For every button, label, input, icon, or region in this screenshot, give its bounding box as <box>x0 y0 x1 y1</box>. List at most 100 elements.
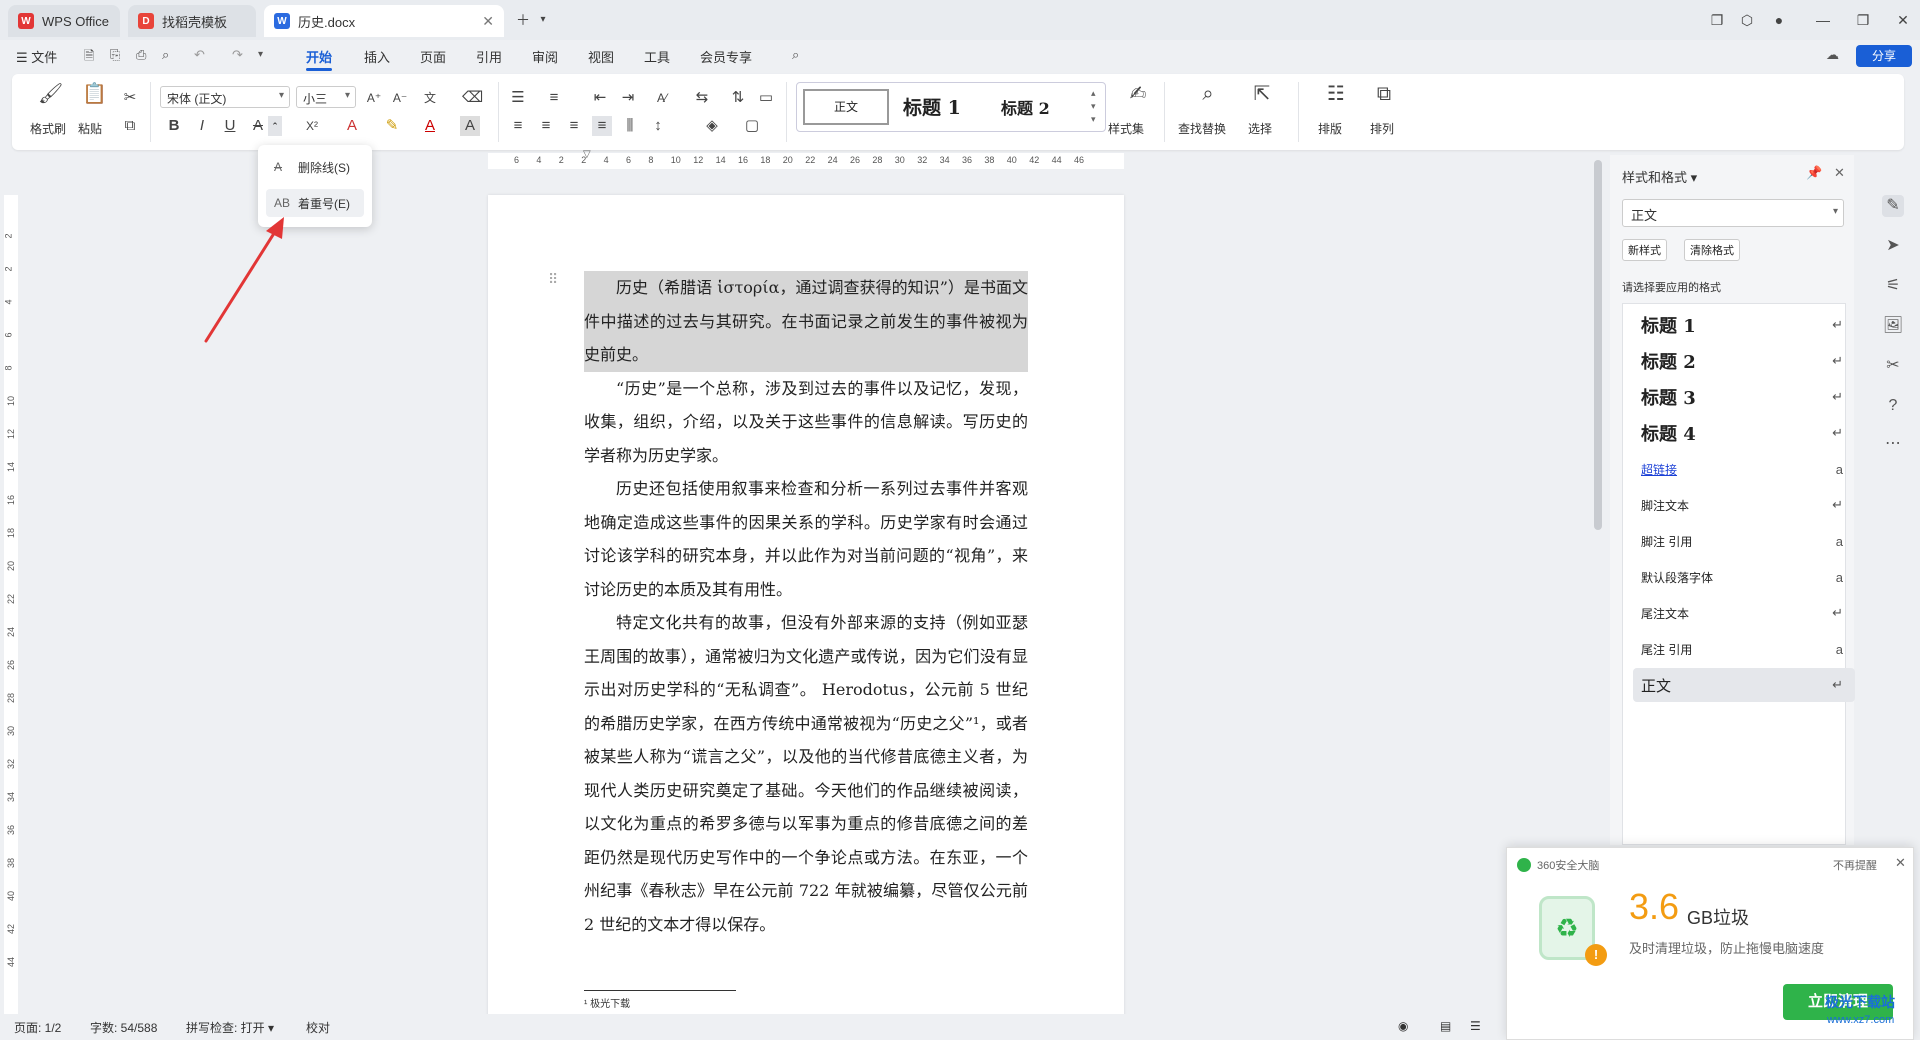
footnote-text[interactable]: ¹ 极光下载 <box>584 995 630 1010</box>
style-set-label[interactable]: 样式集 <box>1108 120 1144 137</box>
paragraph-4[interactable]: 特定文化共有的故事，但没有外部来源的支持（例如亚瑟王周围的故事），通常被归为文化… <box>584 606 1028 941</box>
redo-icon[interactable]: ↷ <box>232 47 243 63</box>
justify-icon[interactable]: ≡ <box>592 116 612 136</box>
tab-insert[interactable]: 插入 <box>364 47 390 66</box>
style-set-icon[interactable]: ✍ <box>1128 84 1148 104</box>
share-button[interactable]: 分享 <box>1856 45 1912 67</box>
layout-label[interactable]: 排版 <box>1318 120 1342 137</box>
char-shading-icon[interactable]: A <box>460 116 480 136</box>
cloud-icon[interactable]: ☁ <box>1826 47 1839 63</box>
page-indicator[interactable]: 页面: 1/2 <box>14 1019 61 1036</box>
restore-icon[interactable]: ❐ <box>1852 10 1874 30</box>
format-painter-label[interactable]: 格式刷 <box>30 120 66 137</box>
align-right-icon[interactable]: ≡ <box>564 116 584 136</box>
tab-references[interactable]: 引用 <box>476 47 502 66</box>
more-chevron-icon[interactable]: ▾ <box>258 49 263 60</box>
outline-view-icon[interactable]: ☰ <box>1470 1019 1481 1033</box>
panel-title[interactable]: 样式和格式 ▾ <box>1622 167 1697 186</box>
style-item[interactable]: 默认段落字体 a <box>1633 560 1855 594</box>
style-item[interactable]: 正文 ↵ <box>1633 668 1855 702</box>
current-style-select[interactable]: 正文 ▾ <box>1622 199 1844 227</box>
print-preview-icon[interactable]: ⌕ <box>162 47 169 63</box>
arrange-label[interactable]: 排列 <box>1370 120 1394 137</box>
window-layout-icon[interactable]: ❐ <box>1706 10 1728 30</box>
proofread[interactable]: 校对 <box>306 1019 330 1036</box>
copy-icon[interactable]: ⧉ <box>120 116 140 136</box>
search-icon[interactable]: ⌕ <box>792 47 799 63</box>
help-icon[interactable]: ? <box>1882 395 1904 417</box>
tab-member[interactable]: 会员专享 <box>700 47 752 66</box>
superscript-icon[interactable]: X² <box>302 116 322 136</box>
close-window-icon[interactable]: ✕ <box>1892 10 1914 30</box>
show-marks-icon[interactable]: ▭ <box>756 88 776 108</box>
text-direction-icon[interactable]: A⁄ <box>652 88 672 108</box>
save-icon[interactable]: 🗎 <box>84 47 94 69</box>
grow-font-icon[interactable]: A⁺ <box>364 88 384 108</box>
underline-icon[interactable]: U <box>220 116 240 136</box>
font-size-select[interactable]: 小三 ▾ <box>296 86 356 108</box>
properties-icon[interactable]: ⚟ <box>1882 275 1904 297</box>
tab-wps-office[interactable]: W WPS Office <box>8 5 120 37</box>
clear-format-button[interactable]: 清除格式 <box>1684 239 1740 261</box>
cut-icon[interactable]: ✂ <box>120 88 140 108</box>
line-spacing-icon[interactable]: ↕ <box>648 116 668 136</box>
find-replace-icon[interactable]: ⌕ <box>1198 84 1218 104</box>
select-cursor-icon[interactable]: ➤ <box>1882 235 1904 257</box>
style-item[interactable]: 超链接 a <box>1633 452 1855 486</box>
indent-marker-icon[interactable]: ▽ <box>583 149 591 160</box>
highlight-icon[interactable]: ✎ <box>382 116 402 136</box>
image-edit-icon[interactable]: 🖼 <box>1882 315 1904 337</box>
minimize-icon[interactable]: — <box>1812 10 1834 30</box>
paste-label[interactable]: 粘贴 <box>78 120 102 137</box>
new-tab-icon[interactable]: ＋ <box>512 10 534 30</box>
chevron-down-icon[interactable]: ▾ <box>532 10 554 30</box>
decrease-indent-icon[interactable]: ⇤ <box>590 88 610 108</box>
align-left-icon[interactable]: ≡ <box>508 116 528 136</box>
italic-icon[interactable]: I <box>192 116 212 136</box>
paste-icon[interactable]: 📋 <box>82 84 107 104</box>
select-icon[interactable]: ⇱ <box>1252 84 1272 104</box>
shrink-font-icon[interactable]: A⁻ <box>390 88 410 108</box>
sort-swap-icon[interactable]: ⇆ <box>692 88 712 108</box>
horizontal-ruler[interactable]: 6 4 2 2 4 6 8 10 12 14 16 18 20 22 24 26 28 30 32 34 36 38 40 4… <box>488 149 1124 169</box>
borders-icon[interactable]: ▢ <box>742 116 762 136</box>
word-count[interactable]: 字数: 54/588 <box>90 1019 157 1036</box>
cube-icon[interactable]: ⬡ <box>1736 10 1758 30</box>
numbered-list-icon[interactable]: ≡ <box>544 88 564 108</box>
tab-home[interactable]: 开始 <box>306 47 332 66</box>
distributed-icon[interactable]: ⫼ <box>620 116 640 136</box>
tab-tools[interactable]: 工具 <box>644 47 670 66</box>
select-label[interactable]: 选择 <box>1248 120 1272 137</box>
style-item[interactable]: 脚注文本 ↵ <box>1633 488 1855 522</box>
strikethrough-icon[interactable]: A <box>248 116 268 136</box>
document-body[interactable]: 历史（希腊语 ἱστορία，通过调查获得的知识”）是书面文件中描述的过去与其研… <box>584 271 1028 941</box>
tools-icon[interactable]: ✂ <box>1882 355 1904 377</box>
phonetic-icon[interactable]: 文 <box>420 88 440 108</box>
style-item[interactable]: 尾注文本 ↵ <box>1633 596 1855 630</box>
style-heading-1[interactable]: 标题 1 <box>903 93 961 120</box>
tab-docer[interactable]: D 找稻壳模板 <box>128 5 256 37</box>
drag-handle-icon[interactable]: ⠿ <box>548 271 558 288</box>
clear-format-icon[interactable]: ⌫ <box>462 88 483 108</box>
style-heading-2[interactable]: 标题 2 <box>1001 95 1050 119</box>
paragraph-2[interactable]: “历史”是一个总称，涉及到过去的事件以及记忆，发现，收集，组织，介绍，以及关于这… <box>584 372 1028 473</box>
spell-check[interactable]: 拼写检查: 打开 ▾ <box>186 1019 274 1036</box>
undo-icon[interactable]: ↶ <box>194 47 205 63</box>
align-center-icon[interactable]: ≡ <box>536 116 556 136</box>
tab-document[interactable]: W 历史.docx ✕ <box>264 5 504 37</box>
style-item[interactable]: 标题 4 ↵ <box>1633 416 1855 450</box>
export-icon[interactable]: ⎘ <box>110 47 120 63</box>
document-page[interactable]: ⠿ 历史（希腊语 ἱστορία，通过调查获得的知识”）是书面文件中描述的过去与… <box>488 195 1124 1017</box>
bullet-list-icon[interactable]: ☰ <box>508 88 528 108</box>
print-icon[interactable]: ⎙ <box>136 47 146 63</box>
tab-review[interactable]: 审阅 <box>532 47 558 66</box>
find-replace-label[interactable]: 查找替换 <box>1178 120 1226 137</box>
style-item[interactable]: 标题 1 ↵ <box>1633 308 1855 342</box>
text-effect-icon[interactable]: A <box>342 116 362 136</box>
sort-icon[interactable]: ⇅ <box>728 88 748 108</box>
font-name-select[interactable]: 宋体 (正文) ▾ <box>160 86 290 108</box>
vertical-scrollbar[interactable] <box>1594 160 1602 530</box>
tab-view[interactable]: 视图 <box>588 47 614 66</box>
bold-icon[interactable]: B <box>164 116 184 136</box>
gallery-scroll-icon[interactable]: ▴ ▾ ▾ <box>1091 87 1096 126</box>
